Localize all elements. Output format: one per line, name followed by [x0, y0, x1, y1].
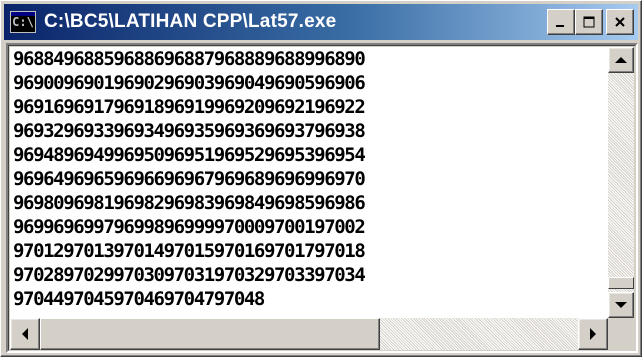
horizontal-scrollbar[interactable]: [10, 318, 608, 350]
window-controls: [547, 9, 634, 35]
close-button[interactable]: [606, 9, 634, 35]
console-line: 96900969019690296903969049690596906: [13, 72, 366, 94]
maximize-button[interactable]: [575, 9, 603, 35]
console-line: 96980969819698296983969849698596986: [13, 192, 366, 214]
console-window: C:\ C:\BC5\LATIHAN CPP\Lat57.exe 9688496…: [0, 0, 642, 357]
console-line: 97028970299703097031970329703397034: [13, 264, 366, 286]
console-window-icon[interactable]: C:\: [10, 11, 36, 33]
title-bar[interactable]: C:\ C:\BC5\LATIHAN CPP\Lat57.exe: [4, 4, 638, 40]
console-line: 9704497045970469704797048: [13, 288, 265, 310]
console-line: 96916969179691896919969209692196922: [13, 96, 366, 118]
scroll-left-button[interactable]: [10, 318, 40, 350]
console-line: 96964969659696696967969689696996970: [13, 168, 366, 190]
maximize-icon: [583, 16, 595, 28]
scroll-left-icon: [22, 328, 28, 340]
close-icon: [615, 17, 625, 27]
console-output[interactable]: 96884968859688696887968889688996890 9690…: [10, 47, 608, 318]
scroll-down-icon: [615, 302, 627, 308]
console-frame: 96884968859688696887968889688996890 9690…: [6, 43, 638, 353]
scroll-up-icon: [615, 57, 627, 63]
console-line: 96996969979699896999970009700197002: [13, 216, 366, 238]
horizontal-scroll-thumb[interactable]: [40, 318, 380, 350]
minimize-button[interactable]: [547, 9, 575, 35]
minimize-icon: [556, 25, 564, 27]
console-line: 96884968859688696887968889688996890: [13, 48, 366, 70]
console-inner-frame: 96884968859688696887968889688996890 9690…: [8, 45, 636, 351]
vertical-scrollbar[interactable]: [608, 47, 634, 318]
console-line: 96932969339693496935969369693796938: [13, 120, 366, 142]
scroll-right-icon: [590, 328, 596, 340]
scroll-right-button[interactable]: [578, 318, 608, 350]
window-title: C:\BC5\LATIHAN CPP\Lat57.exe: [44, 11, 337, 32]
console-line: 96948969499695096951969529695396954: [13, 144, 366, 166]
scroll-up-button[interactable]: [608, 47, 634, 73]
scrollbar-corner: [608, 318, 634, 350]
console-line: 97012970139701497015970169701797018: [13, 240, 366, 262]
scroll-down-button[interactable]: [608, 292, 634, 318]
vertical-scroll-thumb[interactable]: [608, 277, 634, 289]
